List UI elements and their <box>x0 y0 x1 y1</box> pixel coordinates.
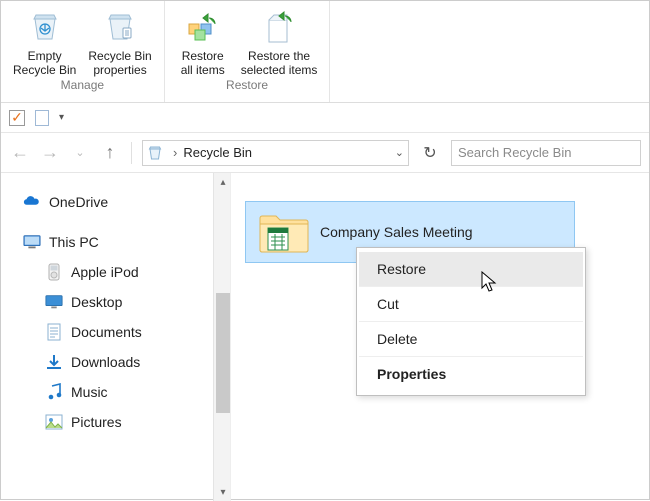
address-bar[interactable]: Recycle Bin ⌄ <box>142 140 409 166</box>
recycle-bin-properties-button[interactable]: Recycle Bin properties <box>82 3 157 77</box>
qat-customize-chevron-icon[interactable]: ▾ <box>59 112 64 123</box>
ribbon-label: Restore the selected items <box>241 49 318 77</box>
context-menu-label: Cut <box>377 296 399 312</box>
sidebar-item-apple-ipod[interactable]: Apple iPod <box>19 257 222 287</box>
sidebar-item-onedrive[interactable]: OneDrive <box>19 187 222 217</box>
sidebar-item-label: Music <box>71 384 108 400</box>
ipod-icon <box>45 263 63 281</box>
sidebar-item-label: Downloads <box>71 354 140 370</box>
recycle-bin-icon <box>147 145 163 161</box>
sidebar-item-label: Desktop <box>71 294 122 310</box>
music-icon <box>45 383 63 401</box>
qat-checkbox-icon[interactable]: ✓ <box>9 110 25 126</box>
ribbon-label: Restore all items <box>181 49 225 77</box>
nav-back-button[interactable]: ← <box>9 142 31 164</box>
sidebar-item-music[interactable]: Music <box>19 377 222 407</box>
qat-page-icon[interactable] <box>35 110 49 126</box>
context-menu-label: Properties <box>377 366 446 382</box>
address-history-chevron-icon[interactable]: ⌄ <box>395 146 404 159</box>
folder-icon <box>258 212 306 252</box>
navigation-bar: ← → ⌄ ↑ Recycle Bin ⌄ ↻ Search Recycle B… <box>1 133 649 173</box>
ribbon: Empty Recycle Bin Recycle Bin properties… <box>1 1 649 103</box>
ribbon-label: Recycle Bin properties <box>88 49 151 77</box>
sidebar-item-downloads[interactable]: Downloads <box>19 347 222 377</box>
sidebar-item-label: OneDrive <box>49 194 108 210</box>
separator <box>131 142 132 164</box>
context-menu-label: Delete <box>377 331 417 347</box>
context-menu-label: Restore <box>377 261 426 277</box>
desktop-icon <box>45 293 63 311</box>
downloads-icon <box>45 353 63 371</box>
file-name: Company Sales Meeting <box>320 224 473 240</box>
sidebar-item-this-pc[interactable]: This PC <box>19 227 222 257</box>
search-input[interactable]: Search Recycle Bin <box>451 140 641 166</box>
quick-access-toolbar: ✓ ▾ <box>1 103 649 133</box>
scroll-down-arrow-icon[interactable]: ▾ <box>214 483 231 501</box>
restore-selected-icon <box>259 7 299 47</box>
refresh-button[interactable]: ↻ <box>417 140 443 166</box>
recycle-bin-properties-icon <box>100 7 140 47</box>
ribbon-label: Empty Recycle Bin <box>13 49 76 77</box>
context-menu: Restore Cut Delete Properties <box>356 247 586 396</box>
restore-all-icon <box>183 7 223 47</box>
ribbon-group-title: Restore <box>226 77 268 96</box>
restore-selected-items-button[interactable]: Restore the selected items <box>235 3 324 77</box>
documents-icon <box>45 323 63 341</box>
context-menu-item-cut[interactable]: Cut <box>359 287 583 322</box>
sidebar-item-documents[interactable]: Documents <box>19 317 222 347</box>
search-placeholder: Search Recycle Bin <box>458 145 571 160</box>
context-menu-item-properties[interactable]: Properties <box>359 357 583 391</box>
context-menu-item-delete[interactable]: Delete <box>359 322 583 357</box>
ribbon-group-manage: Empty Recycle Bin Recycle Bin properties… <box>1 1 165 102</box>
sidebar-item-desktop[interactable]: Desktop <box>19 287 222 317</box>
breadcrumb-item[interactable]: Recycle Bin <box>167 145 258 160</box>
sidebar-item-label: Pictures <box>71 414 122 430</box>
nav-up-button[interactable]: ↑ <box>99 142 121 164</box>
onedrive-icon <box>23 193 41 211</box>
this-pc-icon <box>23 233 41 251</box>
sidebar-scrollbar[interactable]: ▴ ▾ <box>213 173 231 501</box>
recycle-bin-empty-icon <box>25 7 65 47</box>
nav-forward-button[interactable]: → <box>39 142 61 164</box>
ribbon-group-restore: Restore all items Restore the selected i… <box>165 1 331 102</box>
navigation-sidebar: OneDrive This PC Apple iPod Desktop Doc <box>1 173 231 501</box>
ribbon-group-title: Manage <box>61 77 104 96</box>
empty-recycle-bin-button[interactable]: Empty Recycle Bin <box>7 3 82 77</box>
scrollbar-thumb[interactable] <box>216 293 230 413</box>
nav-recent-chevron-icon[interactable]: ⌄ <box>69 142 91 164</box>
sidebar-item-label: This PC <box>49 234 99 250</box>
pictures-icon <box>45 413 63 431</box>
sidebar-item-pictures[interactable]: Pictures <box>19 407 222 437</box>
restore-all-items-button[interactable]: Restore all items <box>171 3 235 77</box>
context-menu-item-restore[interactable]: Restore <box>359 252 583 287</box>
sidebar-item-label: Apple iPod <box>71 264 139 280</box>
scroll-up-arrow-icon[interactable]: ▴ <box>214 173 231 191</box>
sidebar-item-label: Documents <box>71 324 142 340</box>
